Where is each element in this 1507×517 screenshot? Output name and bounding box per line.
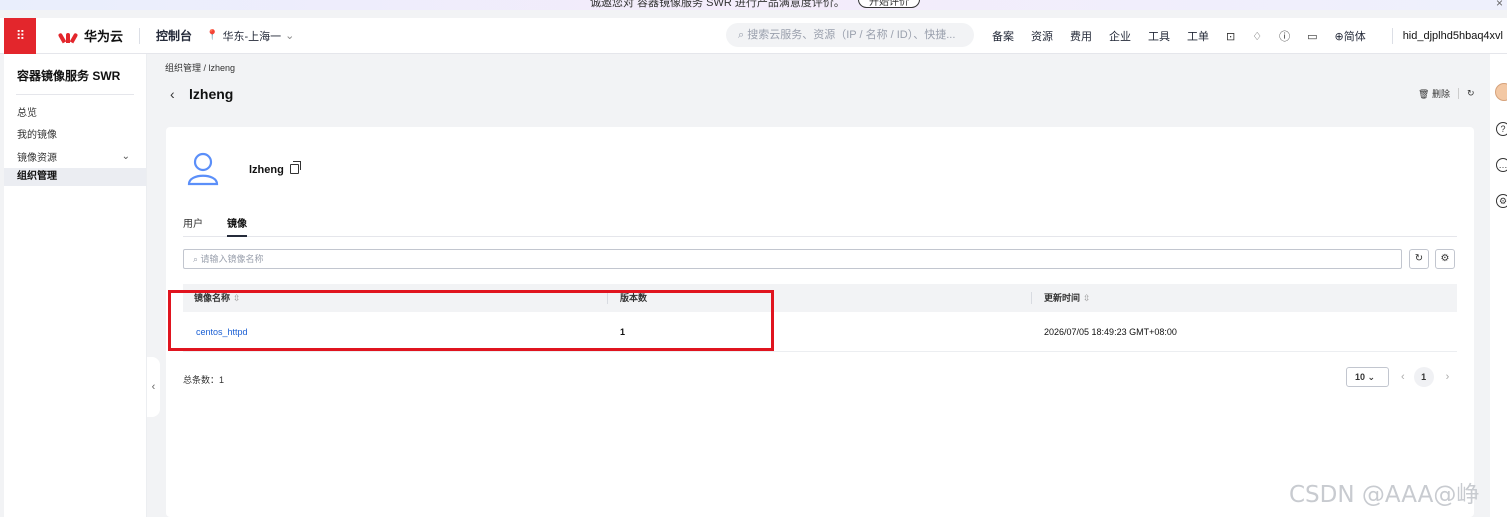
- bell-icon[interactable]: ♢: [1252, 30, 1262, 43]
- highlight-box: [168, 290, 774, 351]
- refresh-button[interactable]: ↻: [1409, 249, 1429, 269]
- gear-icon: ⚙: [1440, 253, 1450, 264]
- user-account[interactable]: hid_djplhd5hbaq4xvl: [1403, 18, 1503, 54]
- image-search-placeholder: 请输入镜像名称: [200, 254, 264, 264]
- tab-users[interactable]: 用户: [183, 215, 203, 230]
- image-search-input[interactable]: ⌕ 请输入镜像名称: [183, 249, 1402, 269]
- start-survey-button[interactable]: 开始评价: [858, 0, 920, 8]
- nav-enterprise[interactable]: 企业: [1109, 28, 1131, 44]
- page-actions: 🗑 删除 ↻: [1418, 87, 1475, 100]
- header-divider: [1392, 28, 1393, 44]
- column-updated-time[interactable]: 更新时间 ⇳: [1044, 284, 1091, 312]
- nav-resources[interactable]: 资源: [1031, 28, 1053, 44]
- copy-icon[interactable]: [290, 161, 301, 174]
- sidebar-item-org-management[interactable]: 组织管理: [4, 168, 146, 186]
- action-divider: [1457, 88, 1459, 99]
- nav-tools[interactable]: 工具: [1148, 28, 1170, 44]
- search-icon: ⌕: [193, 254, 201, 264]
- assistant-avatar[interactable]: [1495, 83, 1507, 101]
- chevron-down-icon[interactable]: ⌄: [122, 151, 130, 162]
- sidebar-divider: [16, 94, 134, 95]
- huawei-logo-icon: [57, 29, 79, 43]
- sidebar-item-overview[interactable]: 总览: [17, 104, 37, 119]
- huawei-cloud-logo[interactable]: 华为云: [57, 26, 124, 45]
- location-icon: 📍: [206, 30, 219, 41]
- language-switch[interactable]: ⊕简体: [1335, 28, 1366, 44]
- refresh-icon[interactable]: ↻: [1467, 88, 1475, 99]
- page-number[interactable]: 1: [1413, 367, 1434, 387]
- org-name: lzheng: [249, 164, 284, 176]
- search-icon: ⌕: [738, 29, 748, 41]
- settings-icon[interactable]: ⚙: [1496, 194, 1507, 208]
- region-selector[interactable]: 📍 华东-上海一 ⌄: [206, 28, 294, 44]
- nav-billing[interactable]: 费用: [1070, 28, 1092, 44]
- left-sidebar: 容器镜像服务 SWR 总览 我的镜像 镜像资源 ⌄ 组织管理: [4, 54, 147, 517]
- top-header: ⠿ 华为云 控制台 📍 华东-上海一 ⌄ ⌕ 搜索云服务、资源（IP / 名称 …: [0, 17, 1507, 54]
- help-icon[interactable]: ⓘ: [1279, 28, 1290, 44]
- user-group-icon: [187, 152, 219, 186]
- table-settings-button[interactable]: ⚙: [1435, 249, 1455, 269]
- grid-icon: ⠿: [15, 27, 25, 43]
- prev-page-icon[interactable]: ‹: [1401, 371, 1405, 383]
- help-icon[interactable]: ?: [1496, 122, 1507, 136]
- survey-banner: 诚邀您对 容器镜像服务 SWR 进行产品满意度评价。 开始评价 ×: [0, 0, 1507, 10]
- chevron-down-icon: ⌄: [285, 30, 295, 42]
- nav-beian[interactable]: 备案: [992, 28, 1014, 44]
- sidebar-item-my-images[interactable]: 我的镜像: [17, 126, 57, 141]
- close-icon[interactable]: ×: [1496, 0, 1503, 10]
- header-nav: 备案 资源 费用 企业 工具 工单 ⊡ ♢ ⓘ ▭ ⊕简体: [992, 18, 1366, 54]
- right-rail: ? … ⚙: [1490, 54, 1507, 517]
- global-search-placeholder: 搜索云服务、资源（IP / 名称 / ID）、快捷...: [747, 29, 956, 41]
- updated-time: 2026/07/05 18:49:23 GMT+08:00: [1044, 327, 1177, 337]
- message-icon[interactable]: ▭: [1307, 30, 1317, 43]
- globe-icon: ⊕: [1334, 31, 1344, 43]
- tab-images[interactable]: 镜像: [227, 215, 247, 237]
- cloud-shell-icon[interactable]: ⊡: [1226, 30, 1235, 43]
- global-search-input[interactable]: ⌕ 搜索云服务、资源（IP / 名称 / ID）、快捷...: [726, 23, 974, 47]
- back-arrow-icon[interactable]: ‹: [170, 86, 175, 102]
- console-link[interactable]: 控制台: [156, 27, 192, 44]
- watermark: CSDN @AAA@峥: [1289, 482, 1480, 508]
- header-divider: [139, 27, 141, 44]
- nav-tickets[interactable]: 工单: [1187, 28, 1209, 44]
- page-size-select[interactable]: 10 ⌄: [1346, 367, 1389, 387]
- chat-icon[interactable]: …: [1496, 158, 1507, 172]
- chevron-left-icon: ‹: [151, 381, 156, 393]
- tab-bar: 用户 镜像: [183, 215, 1457, 237]
- brand-name: 华为云: [84, 29, 124, 44]
- next-page-icon[interactable]: ›: [1446, 371, 1450, 383]
- page-title: lzheng: [189, 86, 234, 102]
- service-list-button[interactable]: ⠿: [4, 17, 36, 54]
- delete-button[interactable]: 🗑 删除: [1418, 87, 1450, 100]
- pagination: 10 ⌄ ‹ 1 ›: [1346, 367, 1449, 387]
- region-label: 华东-上海一: [222, 30, 282, 43]
- refresh-icon: ↻: [1414, 253, 1424, 264]
- breadcrumb[interactable]: 组织管理 / lzheng: [165, 61, 235, 74]
- total-count: 总条数：1: [183, 375, 225, 385]
- service-title: 容器镜像服务 SWR: [17, 69, 121, 83]
- sidebar-collapse-button[interactable]: ‹: [147, 357, 160, 417]
- column-divider: [1031, 292, 1032, 304]
- sort-icon[interactable]: ⇳: [1083, 293, 1091, 303]
- survey-text: 诚邀您对 容器镜像服务 SWR 进行产品满意度评价。: [590, 0, 845, 9]
- sidebar-item-image-resources[interactable]: 镜像资源: [17, 149, 57, 164]
- chevron-down-icon: ⌄: [1367, 372, 1376, 382]
- trash-icon: 🗑: [1418, 89, 1430, 99]
